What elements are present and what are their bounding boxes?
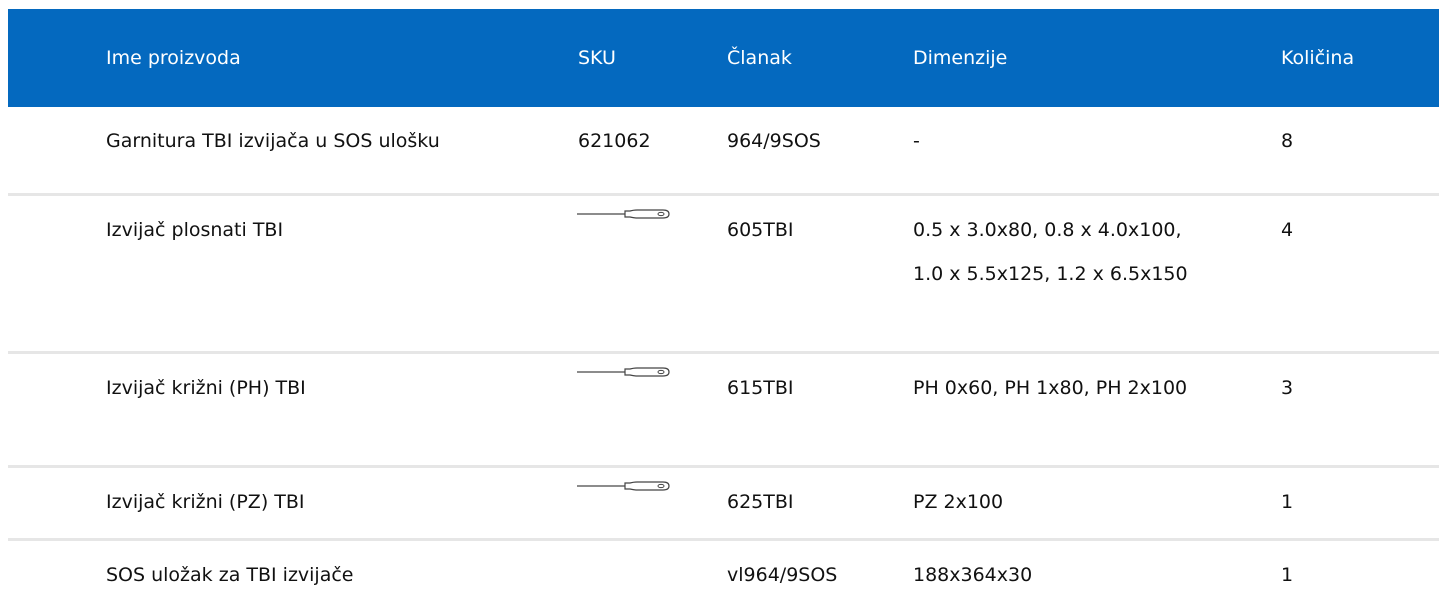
- product-quantity: 3: [1281, 377, 1294, 399]
- product-dimensions: 188x364x30: [913, 564, 1033, 586]
- table-header: Ime proizvoda SKU Članak Dimenzije Količ…: [8, 9, 1439, 107]
- product-name: Garnitura TBI izvijača u SOS ulošku: [106, 130, 440, 152]
- table-row: SOS uložak za TBI izvijače vl964/9SOS 18…: [8, 541, 1439, 611]
- flat-screwdriver-icon: [577, 209, 670, 219]
- product-name: SOS uložak za TBI izvijače: [106, 564, 354, 586]
- product-dimensions: PH 0x60, PH 1x80, PH 2x100: [913, 377, 1188, 399]
- product-quantity: 1: [1281, 564, 1294, 586]
- product-name: Izvijač križni (PZ) TBI: [106, 491, 305, 513]
- product-dimensions: 0.5 x 3.0x80, 0.8 x 4.0x100, 1.0 x 5.5x1…: [913, 219, 1188, 285]
- column-header-name: Ime proizvoda: [106, 47, 241, 69]
- product-name: Izvijač plosnati TBI: [106, 219, 284, 241]
- table-row: Garnitura TBI izvijača u SOS ulošku 6210…: [8, 107, 1439, 196]
- table-row: Izvijač križni (PH) TBI 615TBI PH 0x60, …: [8, 354, 1439, 468]
- product-quantity: 1: [1281, 491, 1294, 513]
- pozidriv-screwdriver-icon: [577, 481, 670, 491]
- product-article: 615TBI: [727, 377, 794, 399]
- product-article: 964/9SOS: [727, 130, 821, 152]
- product-article: vl964/9SOS: [727, 564, 838, 586]
- product-name: Izvijač križni (PH) TBI: [106, 377, 306, 399]
- column-header-quantity: Količina: [1281, 47, 1355, 69]
- phillips-screwdriver-icon: [577, 367, 670, 377]
- product-quantity: 4: [1281, 219, 1294, 241]
- column-header-dimensions: Dimenzije: [913, 47, 1008, 69]
- product-sku: 621062: [578, 130, 651, 152]
- column-header-sku: SKU: [578, 47, 616, 69]
- product-dimensions: -: [913, 130, 920, 152]
- product-table: Ime proizvoda SKU Članak Dimenzije Količ…: [8, 9, 1439, 611]
- table-row: Izvijač križni (PZ) TBI 625TBI PZ 2x100 …: [8, 468, 1439, 541]
- product-quantity: 8: [1281, 130, 1294, 152]
- product-dimensions: PZ 2x100: [913, 491, 1004, 513]
- column-header-article: Članak: [727, 47, 792, 69]
- table-row: Izvijač plosnati TBI 605TBI 0.5 x 3.0x80…: [8, 196, 1439, 354]
- product-article: 605TBI: [727, 219, 794, 241]
- product-article: 625TBI: [727, 491, 794, 513]
